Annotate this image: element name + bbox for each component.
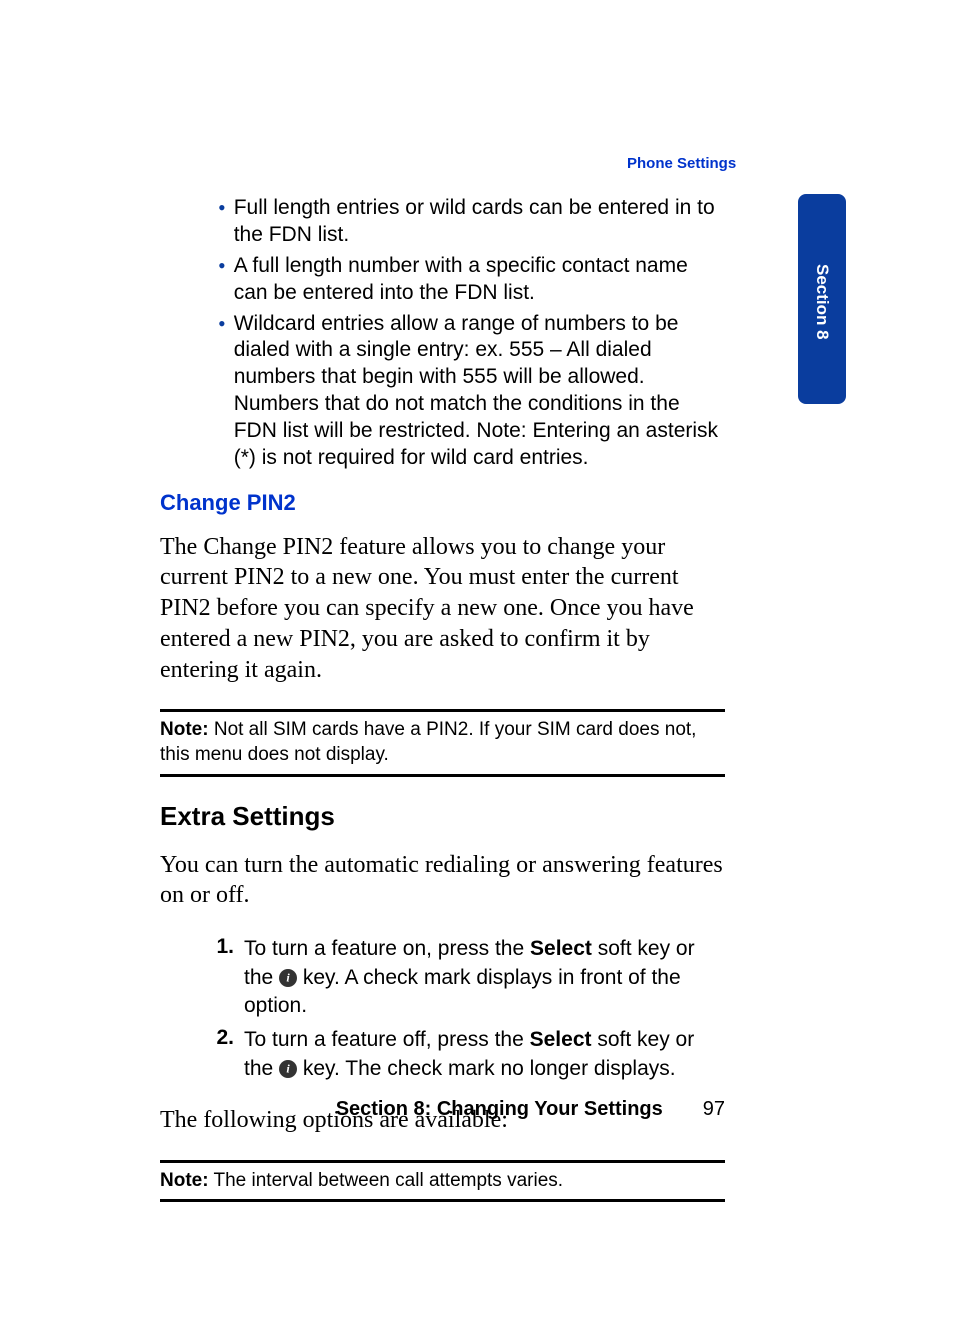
note-text: Note: The interval between call attempts… bbox=[160, 1169, 725, 1194]
change-pin2-heading: Change PIN2 bbox=[160, 490, 725, 516]
step-text: To turn a feature off, press the Select … bbox=[244, 1026, 725, 1083]
note-box-1: Note: Not all SIM cards have a PIN2. If … bbox=[160, 709, 725, 776]
steps-list: 1. To turn a feature on, press the Selec… bbox=[200, 935, 725, 1083]
select-key-label: Select bbox=[530, 937, 592, 960]
note-text: Note: Not all SIM cards have a PIN2. If … bbox=[160, 718, 725, 767]
note-content: Not all SIM cards have a PIN2. If your S… bbox=[160, 719, 696, 765]
bullet-item: • Full length entries or wild cards can … bbox=[218, 195, 725, 249]
footer-page-number: 97 bbox=[703, 1098, 725, 1121]
change-pin2-body: The Change PIN2 feature allows you to ch… bbox=[160, 532, 725, 686]
fdn-bullet-list: • Full length entries or wild cards can … bbox=[218, 195, 725, 472]
note-label: Note: bbox=[160, 719, 209, 740]
footer-section-label: Section 8: Changing Your Settings bbox=[336, 1098, 663, 1121]
note-label: Note: bbox=[160, 1170, 209, 1191]
step-item: 2. To turn a feature off, press the Sele… bbox=[200, 1026, 725, 1083]
extra-settings-intro: You can turn the automatic redialing or … bbox=[160, 850, 725, 911]
ok-key-icon bbox=[279, 1060, 297, 1078]
step-item: 1. To turn a feature on, press the Selec… bbox=[200, 935, 725, 1020]
bullet-icon: • bbox=[218, 313, 226, 335]
note-box-2: Note: The interval between call attempts… bbox=[160, 1160, 725, 1203]
step-number: 1. bbox=[200, 935, 234, 959]
bullet-item: • Wildcard entries allow a range of numb… bbox=[218, 311, 725, 472]
step-number: 2. bbox=[200, 1026, 234, 1050]
section-tab: Section 8 bbox=[798, 194, 846, 404]
extra-settings-heading: Extra Settings bbox=[160, 801, 725, 832]
header-link[interactable]: Phone Settings bbox=[627, 155, 736, 172]
note-content: The interval between call attempts varie… bbox=[209, 1170, 564, 1191]
bullet-icon: • bbox=[218, 255, 226, 277]
select-key-label: Select bbox=[530, 1028, 592, 1051]
section-tab-label: Section 8 bbox=[812, 264, 832, 340]
bullet-text: Full length entries or wild cards can be… bbox=[234, 195, 725, 249]
bullet-text: A full length number with a specific con… bbox=[234, 253, 725, 307]
bullet-item: • A full length number with a specific c… bbox=[218, 253, 725, 307]
bullet-text: Wildcard entries allow a range of number… bbox=[234, 311, 725, 472]
bullet-icon: • bbox=[218, 197, 226, 219]
step-text: To turn a feature on, press the Select s… bbox=[244, 935, 725, 1020]
page-content: • Full length entries or wild cards can … bbox=[160, 195, 725, 1226]
ok-key-icon bbox=[279, 969, 297, 987]
page-footer: Section 8: Changing Your Settings 97 bbox=[160, 1098, 725, 1121]
